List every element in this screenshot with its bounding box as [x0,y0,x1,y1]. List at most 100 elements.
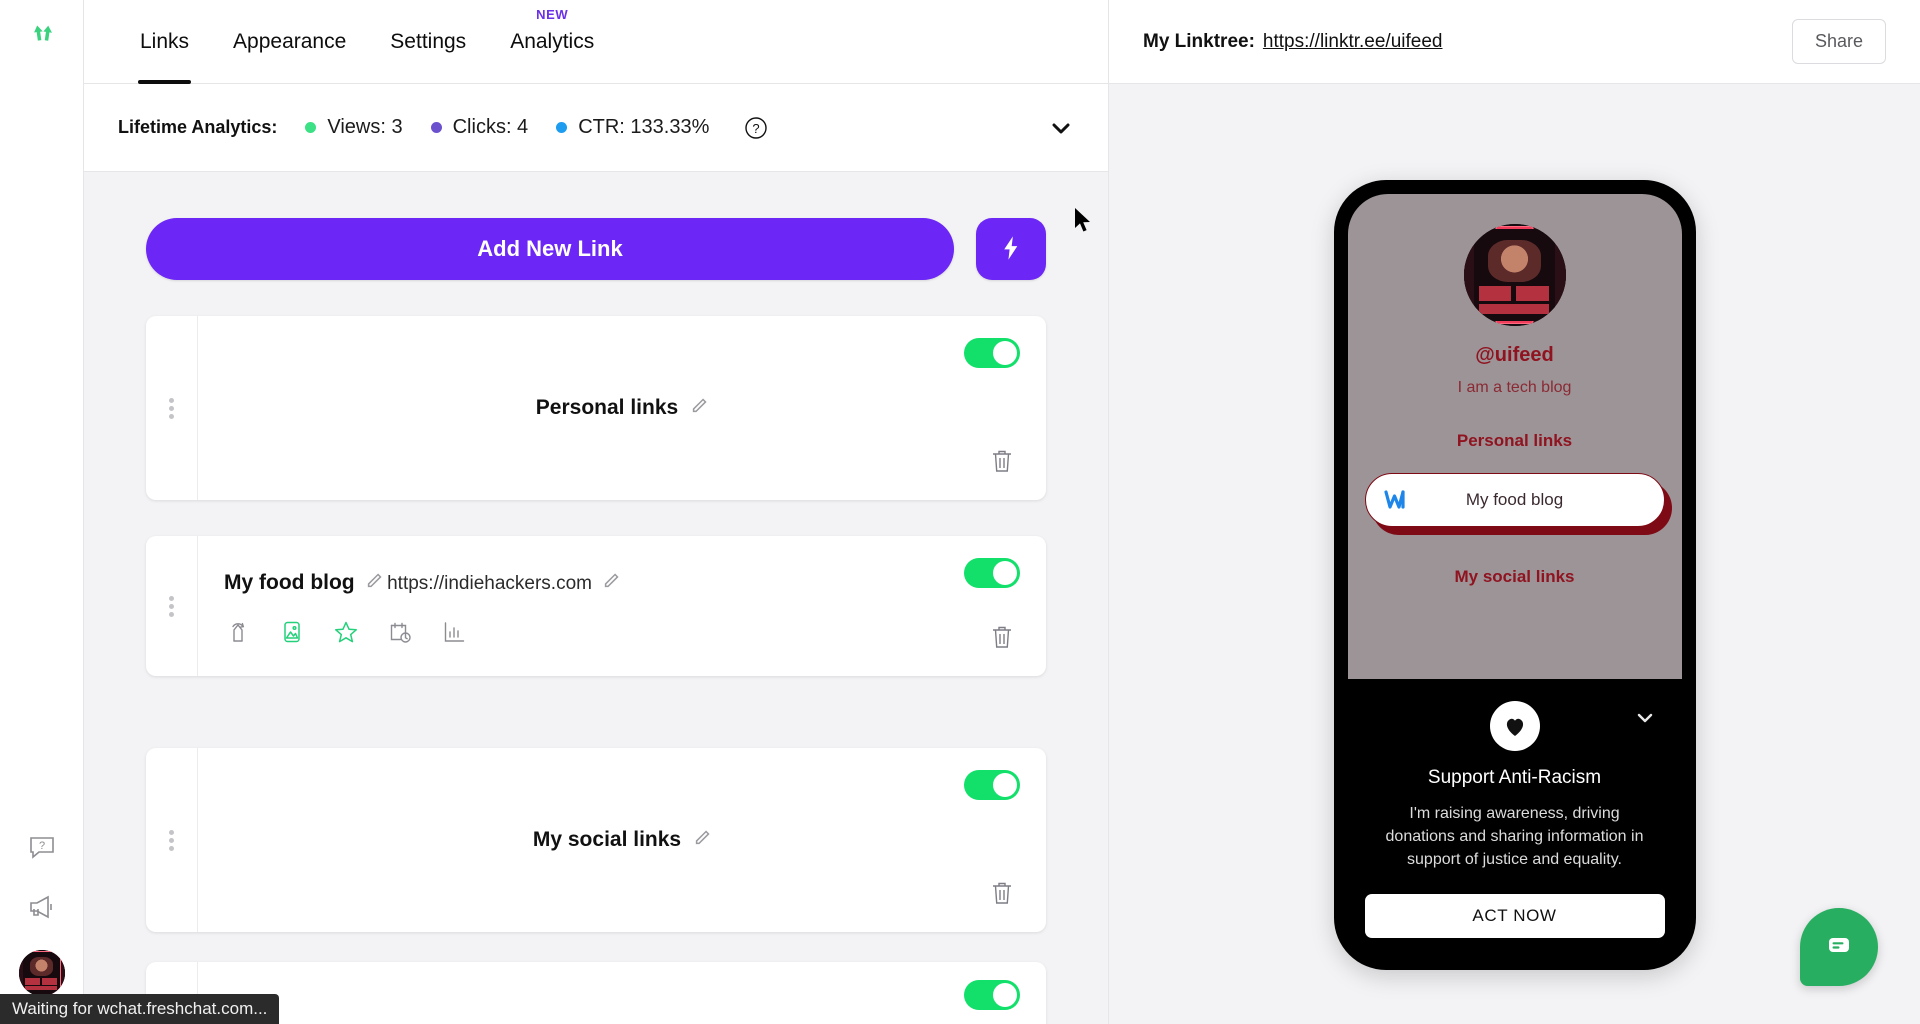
clicks-dot-icon [430,122,442,133]
card-title: My social links [532,828,682,851]
banner-description: I'm raising awareness, driving donations… [1385,805,1644,869]
tab-appearance[interactable]: Appearance [211,0,368,84]
profile-avatar[interactable] [1463,224,1566,326]
top-nav: Links Appearance Settings NEW Analytics [84,0,1108,84]
tab-analytics-new-badge: NEW [536,7,569,22]
lightning-bolt-button[interactable] [976,218,1046,280]
tab-settings-label: Settings [390,30,467,53]
card-enable-toggle[interactable] [964,770,1020,800]
views-dot-icon [305,122,317,133]
card-header-center: Personal links [224,338,1020,478]
question-circle-icon[interactable]: ? [743,115,769,141]
star-icon[interactable] [332,618,360,646]
links-editor-inner: Add New Link Personal links My food blog… [84,172,1108,1024]
stat-views-text: Views: 3 [327,116,403,138]
card-body: My food blog https://indiehackers.com [198,536,1046,676]
tab-settings[interactable]: Settings [368,0,488,84]
card-enable-toggle[interactable] [964,338,1020,368]
card-body: My social links [198,748,1046,932]
anti-racism-banner: Support Anti-Racism I'm raising awarenes… [1347,679,1682,956]
card-url: https://indiehackers.com [387,573,592,594]
card-title: Personal links [535,396,679,419]
phone-profile-area: @uifeed I am a tech blog Personal links … [1347,194,1682,679]
stat-ctr-text: CTR: 133.33% [578,116,710,138]
svg-text:?: ? [753,121,760,136]
banner-title: Support Anti-Racism [1427,767,1602,788]
card-header-center: My social links [224,770,1020,910]
user-avatar[interactable] [18,950,65,996]
profile-bio: I am a tech blog [1457,379,1572,396]
card-url-row: https://indiehackers.com [387,572,620,596]
tab-analytics-label: Analytics [510,30,595,53]
link-card-partial[interactable] [146,962,1046,1024]
card-body: Personal links [198,316,1046,500]
status-text: Waiting for wchat.freshchat.com... [12,999,268,1018]
chevron-down-icon[interactable] [1048,115,1074,141]
add-link-row: Add New Link [146,218,1046,280]
act-now-button[interactable]: ACT NOW [1364,893,1665,938]
lifetime-analytics-bar: Lifetime Analytics: Views: 3 Clicks: 4 C… [84,84,1108,172]
link-card-personal-links[interactable]: Personal links [146,316,1046,500]
preview-link-my-food-blog[interactable]: My food blog [1364,473,1665,527]
pencil-icon[interactable] [690,397,708,420]
phone-preview-wrap: @uifeed I am a tech blog Personal links … [1109,84,1920,970]
phone-screen: @uifeed I am a tech blog Personal links … [1347,194,1682,956]
card-body [198,962,1046,1024]
linktree-logo-icon[interactable] [22,18,62,58]
app-root: ? Links Appearance Settings NEW Analytic… [0,0,1920,1024]
drag-handle-icon[interactable] [146,536,198,676]
preview-link-label: My food blog [1465,490,1564,509]
trash-icon[interactable] [990,880,1016,908]
my-linktree-label: My Linktree: [1143,30,1255,52]
layers-share-icon[interactable] [224,618,252,646]
chat-bubble-icon [1822,928,1856,967]
phone-frame: @uifeed I am a tech blog Personal links … [1333,180,1696,970]
lightning-bolt-icon [997,234,1025,265]
pencil-icon[interactable] [602,572,620,596]
schedule-calendar-icon[interactable] [386,618,414,646]
avatar-artwork [1463,224,1566,326]
stat-ctr: CTR: 133.33% [556,116,709,139]
add-new-link-button[interactable]: Add New Link [146,218,954,280]
svg-text:?: ? [38,840,44,852]
drag-handle-icon[interactable] [146,316,198,500]
browser-status-bar: Waiting for wchat.freshchat.com... [0,994,280,1024]
avatar-artwork [18,950,65,996]
heart-icon [1489,701,1540,751]
lifetime-analytics-label: Lifetime Analytics: [118,117,278,137]
card-action-icons [224,618,1020,646]
trash-icon[interactable] [990,624,1016,652]
image-thumbnail-icon[interactable] [278,618,306,646]
chevron-down-icon[interactable] [1634,707,1656,734]
tab-appearance-label: Appearance [233,30,347,53]
preview-section-personal-links: Personal links [1456,431,1573,450]
stat-views: Views: 3 [305,116,403,139]
profile-handle: @uifeed [1475,344,1554,366]
links-editor-panel: Add New Link Personal links My food blog… [84,172,1108,1024]
pencil-icon[interactable] [365,572,383,595]
stat-clicks: Clicks: 4 [430,116,529,139]
megaphone-icon[interactable] [25,890,59,924]
drag-handle-icon[interactable] [146,748,198,932]
bar-chart-icon[interactable] [440,618,468,646]
ctr-dot-icon [556,122,568,133]
card-title-row: My food blog [224,571,383,595]
link-card-my-social-links[interactable]: My social links [146,748,1046,932]
share-button[interactable]: Share [1791,19,1886,64]
help-chat-icon[interactable]: ? [25,830,59,864]
wm-brand-icon [1382,485,1412,515]
card-enable-toggle[interactable] [964,558,1020,588]
my-linktree-url-link[interactable]: https://linktr.ee/uifeed [1263,31,1443,53]
tab-analytics[interactable]: NEW Analytics [488,0,616,84]
trash-icon[interactable] [990,448,1016,476]
tab-links-label: Links [140,30,190,53]
tab-links[interactable]: Links [118,0,211,84]
preview-panel: My Linktree: https://linktr.ee/uifeed Sh… [1108,0,1920,1024]
card-enable-toggle[interactable] [964,980,1020,1010]
chat-widget-button[interactable] [1800,908,1878,986]
preview-header: My Linktree: https://linktr.ee/uifeed Sh… [1109,0,1920,84]
left-rail: ? [0,0,84,1024]
link-card-my-food-blog[interactable]: My food blog https://indiehackers.com [146,536,1046,676]
pencil-icon[interactable] [693,829,711,852]
stat-clicks-text: Clicks: 4 [452,116,529,138]
